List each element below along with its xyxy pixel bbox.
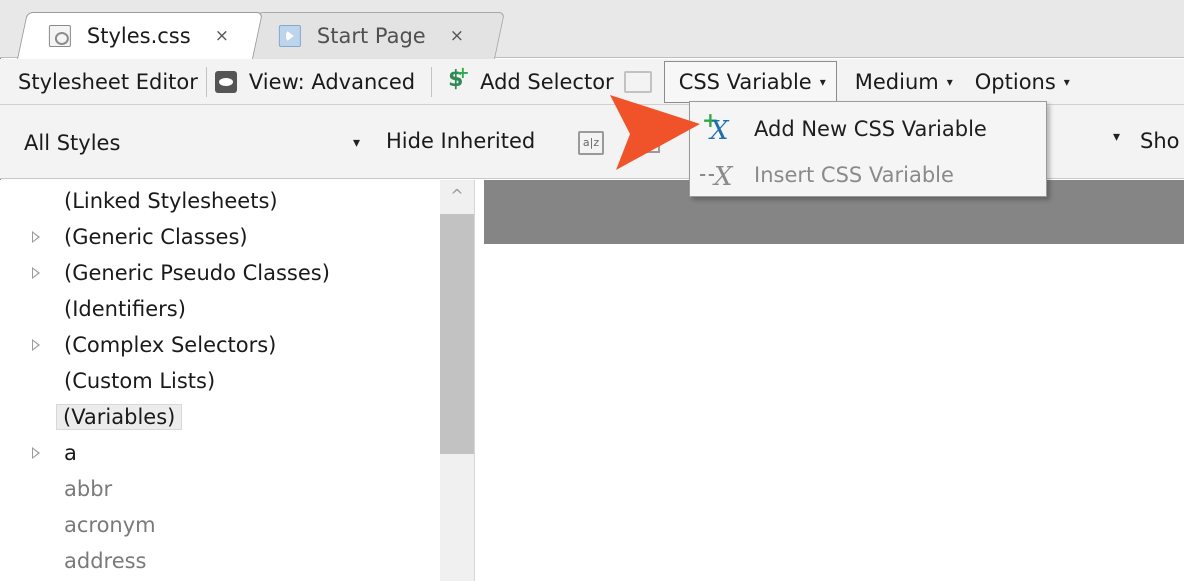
- menu-item-label: Add New CSS Variable: [754, 117, 987, 141]
- show-button[interactable]: Sho: [1140, 129, 1180, 153]
- tree-item[interactable]: acronym: [0, 508, 440, 542]
- tree-item-label: acronym: [64, 513, 156, 537]
- styles-filter-select[interactable]: All Styles ▾: [12, 125, 372, 161]
- insert-variable-icon: X: [700, 160, 733, 192]
- grid-view-icon[interactable]: [640, 133, 660, 153]
- tree-item-label: abbr: [64, 477, 113, 501]
- disabled-tool-icon: [623, 70, 652, 93]
- tree-item-label: (Linked Stylesheets): [64, 189, 278, 213]
- view-mode-button[interactable]: View: Advanced: [214, 63, 416, 101]
- selector-tree: (Linked Stylesheets) (Generic Classes) (…: [0, 180, 440, 581]
- css-file-icon: [48, 25, 71, 47]
- chevron-down-icon: ▾: [1063, 74, 1070, 89]
- tree-item[interactable]: (Identifiers): [0, 292, 440, 326]
- hide-inherited-button[interactable]: Hide Inherited: [386, 129, 535, 153]
- tree-item[interactable]: (Custom Lists): [0, 364, 440, 398]
- tree-item[interactable]: (Complex Selectors): [0, 328, 440, 362]
- tree-item[interactable]: (Generic Classes): [0, 220, 440, 254]
- chevron-down-icon[interactable]: ▾: [1060, 129, 1120, 145]
- add-selector-button[interactable]: Add Selector: [446, 63, 614, 101]
- menu-item-insert-css-variable[interactable]: X Insert CSS Variable: [690, 152, 1046, 198]
- add-selector-icon: [446, 63, 469, 93]
- chevron-down-icon: ▾: [819, 74, 826, 89]
- tree-item-label: address: [64, 549, 147, 573]
- tab-styles-css-label: Styles.css: [86, 24, 191, 48]
- tree-scrollbar[interactable]: ^: [440, 180, 474, 581]
- tab-start-page-label: Start Page: [316, 24, 426, 48]
- scrollbar-thumb[interactable]: [440, 214, 474, 454]
- toolbar-title: Stylesheet Editor: [18, 69, 198, 94]
- tree-item-label: (Generic Pseudo Classes): [64, 261, 330, 285]
- properties-panel: [484, 180, 1184, 581]
- tree-item-label: (Custom Lists): [64, 369, 216, 393]
- css-variable-label: CSS Variable: [678, 69, 812, 94]
- tree-item-variables[interactable]: (Variables): [0, 400, 440, 434]
- tree-item[interactable]: abbr: [0, 472, 440, 506]
- tree-item[interactable]: address: [0, 544, 440, 578]
- expand-arrow-icon[interactable]: [32, 339, 40, 351]
- close-icon[interactable]: ×: [450, 26, 464, 46]
- toolbar-separator: [431, 66, 433, 97]
- tab-styles-css[interactable]: Styles.css ×: [17, 12, 263, 59]
- medium-dropdown-button[interactable]: Medium ▾: [855, 63, 953, 101]
- tree-item[interactable]: a: [0, 436, 440, 470]
- toolbar-separator: [205, 66, 207, 97]
- expand-arrow-icon[interactable]: [32, 447, 40, 459]
- tree-item-label: (Identifiers): [64, 297, 186, 321]
- pane-splitter[interactable]: [474, 180, 484, 581]
- css-variable-dropdown-button[interactable]: CSS Variable ▾: [663, 60, 837, 103]
- styles-filter-value: All Styles: [24, 131, 121, 155]
- tab-strip: Start Page × Styles.css ×: [0, 0, 1184, 59]
- menu-item-add-new-css-variable[interactable]: + X Add New CSS Variable: [690, 106, 1046, 152]
- sort-az-icon[interactable]: a|z: [578, 131, 604, 155]
- scroll-up-icon[interactable]: ^: [440, 186, 474, 210]
- add-variable-icon: + X: [702, 108, 729, 146]
- tree-item-label: (Variables): [56, 404, 183, 430]
- view-mode-label: View: Advanced: [248, 69, 416, 94]
- options-dropdown-button[interactable]: Options ▾: [975, 63, 1070, 101]
- tab-start-page[interactable]: Start Page ×: [247, 12, 505, 59]
- tree-item[interactable]: (Generic Pseudo Classes): [0, 256, 440, 290]
- start-page-icon: [278, 25, 301, 47]
- expand-arrow-icon[interactable]: [32, 231, 40, 243]
- options-label: Options: [974, 69, 1056, 94]
- eye-icon: [214, 70, 237, 93]
- menu-item-label: Insert CSS Variable: [754, 163, 954, 187]
- add-selector-label: Add Selector: [480, 69, 614, 94]
- css-variable-menu: + X Add New CSS Variable X Insert CSS Va…: [689, 101, 1047, 197]
- chevron-down-icon: ▾: [946, 74, 953, 89]
- tree-item-label: (Generic Classes): [64, 225, 248, 249]
- medium-label: Medium: [854, 69, 939, 94]
- tree-item-label: a: [64, 441, 77, 465]
- close-icon[interactable]: ×: [215, 26, 229, 46]
- tree-item[interactable]: (Linked Stylesheets): [0, 184, 440, 218]
- tree-item-label: (Complex Selectors): [64, 333, 277, 357]
- chevron-down-icon: ▾: [352, 135, 360, 151]
- main-toolbar: Stylesheet Editor View: Advanced Add Sel…: [0, 59, 1184, 105]
- expand-arrow-icon[interactable]: [32, 267, 40, 279]
